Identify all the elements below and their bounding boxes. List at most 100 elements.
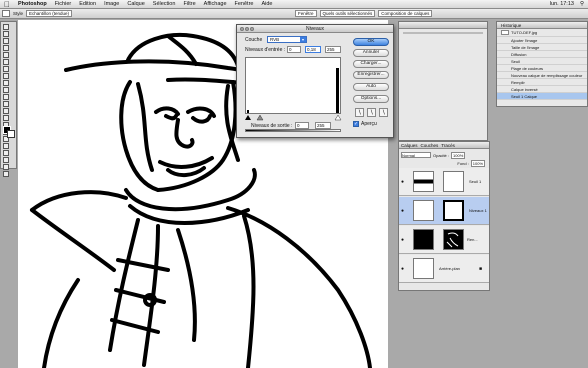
gradient-tool-icon[interactable] [3, 101, 9, 107]
menu-filtre[interactable]: Filtre [179, 1, 199, 7]
blend-mode-select[interactable]: Normal [401, 152, 431, 158]
history-item[interactable]: Nouveau calque de remplissage couleur [497, 72, 587, 79]
input-sliders[interactable] [243, 115, 343, 121]
history-item-label: Seuil 1 Calque [511, 94, 538, 99]
fill-field[interactable]: 100% [470, 159, 485, 167]
menu-fichier[interactable]: Fichier [51, 1, 76, 7]
background-color-swatch[interactable] [7, 130, 15, 138]
options-bar: Style Echantillon (tendue) Fenêtre Quels… [0, 9, 588, 19]
black-eyedropper-icon[interactable]: ∖ [355, 108, 364, 117]
dodge-tool-icon[interactable] [3, 115, 9, 121]
spotlight-icon[interactable]: ⚲ [580, 1, 584, 7]
output-black-field[interactable]: 0 [295, 122, 309, 129]
layer-row[interactable]: ● Ren... [399, 226, 489, 254]
layer-row-selected[interactable]: ● Niveaux 1 [399, 197, 489, 225]
output-gradient [245, 129, 341, 132]
input-gamma-field[interactable]: 0,18 [305, 46, 321, 53]
eye-icon[interactable]: ● [401, 266, 404, 272]
tool-preset-icon[interactable] [2, 10, 10, 17]
history-item[interactable]: Remplir [497, 79, 587, 86]
history-snapshot-label: TUTO-DEF.jpg [511, 30, 538, 35]
tab-outils[interactable]: Quels outils sélectionnés [319, 10, 376, 17]
options-button[interactable]: Options... [353, 95, 389, 103]
tab-fenetre[interactable]: Fenêtre [295, 10, 317, 17]
eyedropper-tool-icon[interactable] [3, 157, 9, 163]
input-black-field[interactable]: 0 [287, 46, 301, 53]
adjustment-icon [413, 171, 434, 192]
crop-tool-icon[interactable] [3, 52, 9, 58]
history-item-label: Remplir [511, 80, 525, 85]
input-white-field[interactable]: 255 [325, 46, 341, 53]
tab-couches[interactable]: Couches [421, 142, 439, 148]
menu-aide[interactable]: Aide [257, 1, 276, 7]
history-item-label: Taille de l'image [511, 45, 540, 50]
auto-button[interactable]: Auto [353, 83, 389, 91]
lasso-tool-icon[interactable] [3, 38, 9, 44]
style-dropdown[interactable]: Echantillon (tendue) [26, 10, 73, 17]
layer-name: Niveaux 1 [469, 208, 487, 213]
apple-menu-icon[interactable]:  [0, 0, 14, 9]
history-item-selected[interactable]: Seuil 1 Calque [497, 93, 587, 100]
channel-select[interactable]: RVB ▾ [267, 36, 307, 43]
menu-calque[interactable]: Calque [123, 1, 148, 7]
levels-titlebar[interactable]: Niveaux [237, 25, 393, 33]
cancel-button[interactable]: Annuler [353, 49, 389, 57]
ok-button[interactable]: OK [353, 38, 389, 46]
zoom-tool-icon[interactable] [3, 171, 9, 177]
history-item[interactable]: Taille de l'image [497, 44, 587, 51]
history-brush-icon[interactable] [3, 87, 9, 93]
fill-label: Fond : [457, 160, 469, 166]
history-item[interactable]: Calque inversé [497, 86, 587, 93]
channel-select-value: RVB [270, 37, 280, 42]
mask-drawing-icon [446, 232, 459, 248]
history-tab[interactable]: Historique [497, 22, 587, 29]
output-white-field[interactable]: 255 [315, 122, 331, 129]
zoom-icon[interactable] [250, 27, 254, 31]
tab-traces[interactable]: Tracés [441, 142, 455, 148]
brush-tool-icon[interactable] [3, 73, 9, 79]
layer-row[interactable]: ● Arrière-plan ■ [399, 255, 489, 283]
eye-icon[interactable]: ● [401, 237, 404, 243]
notes-tool-icon[interactable] [3, 150, 9, 156]
menu-bar:  Photoshop Fichier Edition Image Calque… [0, 0, 588, 9]
opacity-field[interactable]: 100% [451, 151, 466, 159]
marquee-tool-icon[interactable] [3, 31, 9, 37]
history-item[interactable]: Seuil [497, 58, 587, 65]
history-item[interactable]: Plage de couleurs [497, 65, 587, 72]
channel-label: Couche [245, 37, 263, 43]
save-button[interactable]: Enregistrer... [353, 71, 389, 79]
layers-tabs: Calques Couches Tracés [399, 142, 489, 149]
load-button[interactable]: Charger... [353, 60, 389, 68]
hand-tool-icon[interactable] [3, 164, 9, 170]
menu-affichage[interactable]: Affichage [200, 1, 231, 7]
tab-composition[interactable]: Composition de calques [378, 10, 433, 17]
history-item[interactable]: Ajouter l'image [497, 37, 587, 44]
menu-app[interactable]: Photoshop [14, 1, 51, 7]
gray-eyedropper-icon[interactable]: ∖ [367, 108, 376, 117]
blur-tool-icon[interactable] [3, 108, 9, 114]
slice-tool-icon[interactable] [3, 59, 9, 65]
minimize-icon[interactable] [245, 27, 249, 31]
close-icon[interactable] [240, 27, 244, 31]
tab-calques[interactable]: Calques [401, 142, 418, 148]
menu-selection[interactable]: Sélection [149, 1, 180, 7]
style-label: Style [13, 11, 24, 16]
stamp-tool-icon[interactable] [3, 80, 9, 86]
menu-image[interactable]: Image [100, 1, 123, 7]
history-item[interactable]: Diffusion [497, 51, 587, 58]
eye-icon[interactable]: ● [401, 179, 404, 185]
shape-tool-icon[interactable] [3, 143, 9, 149]
move-tool-icon[interactable] [3, 24, 9, 30]
menu-fenetre[interactable]: Fenêtre [231, 1, 258, 7]
magic-wand-tool-icon[interactable] [3, 45, 9, 51]
healing-tool-icon[interactable] [3, 66, 9, 72]
layer-row[interactable]: ● Seuil 1 [399, 168, 489, 196]
history-snapshot[interactable]: TUTO-DEF.jpg [497, 29, 587, 37]
layer-name: Ren... [467, 237, 478, 242]
white-eyedropper-icon[interactable]: ∖ [379, 108, 388, 117]
eye-icon[interactable]: ● [401, 208, 404, 214]
eraser-tool-icon[interactable] [3, 94, 9, 100]
navigator-titlebar[interactable] [399, 22, 487, 29]
menu-edition[interactable]: Edition [75, 1, 100, 7]
preview-checkbox[interactable]: ✓ [353, 121, 359, 127]
